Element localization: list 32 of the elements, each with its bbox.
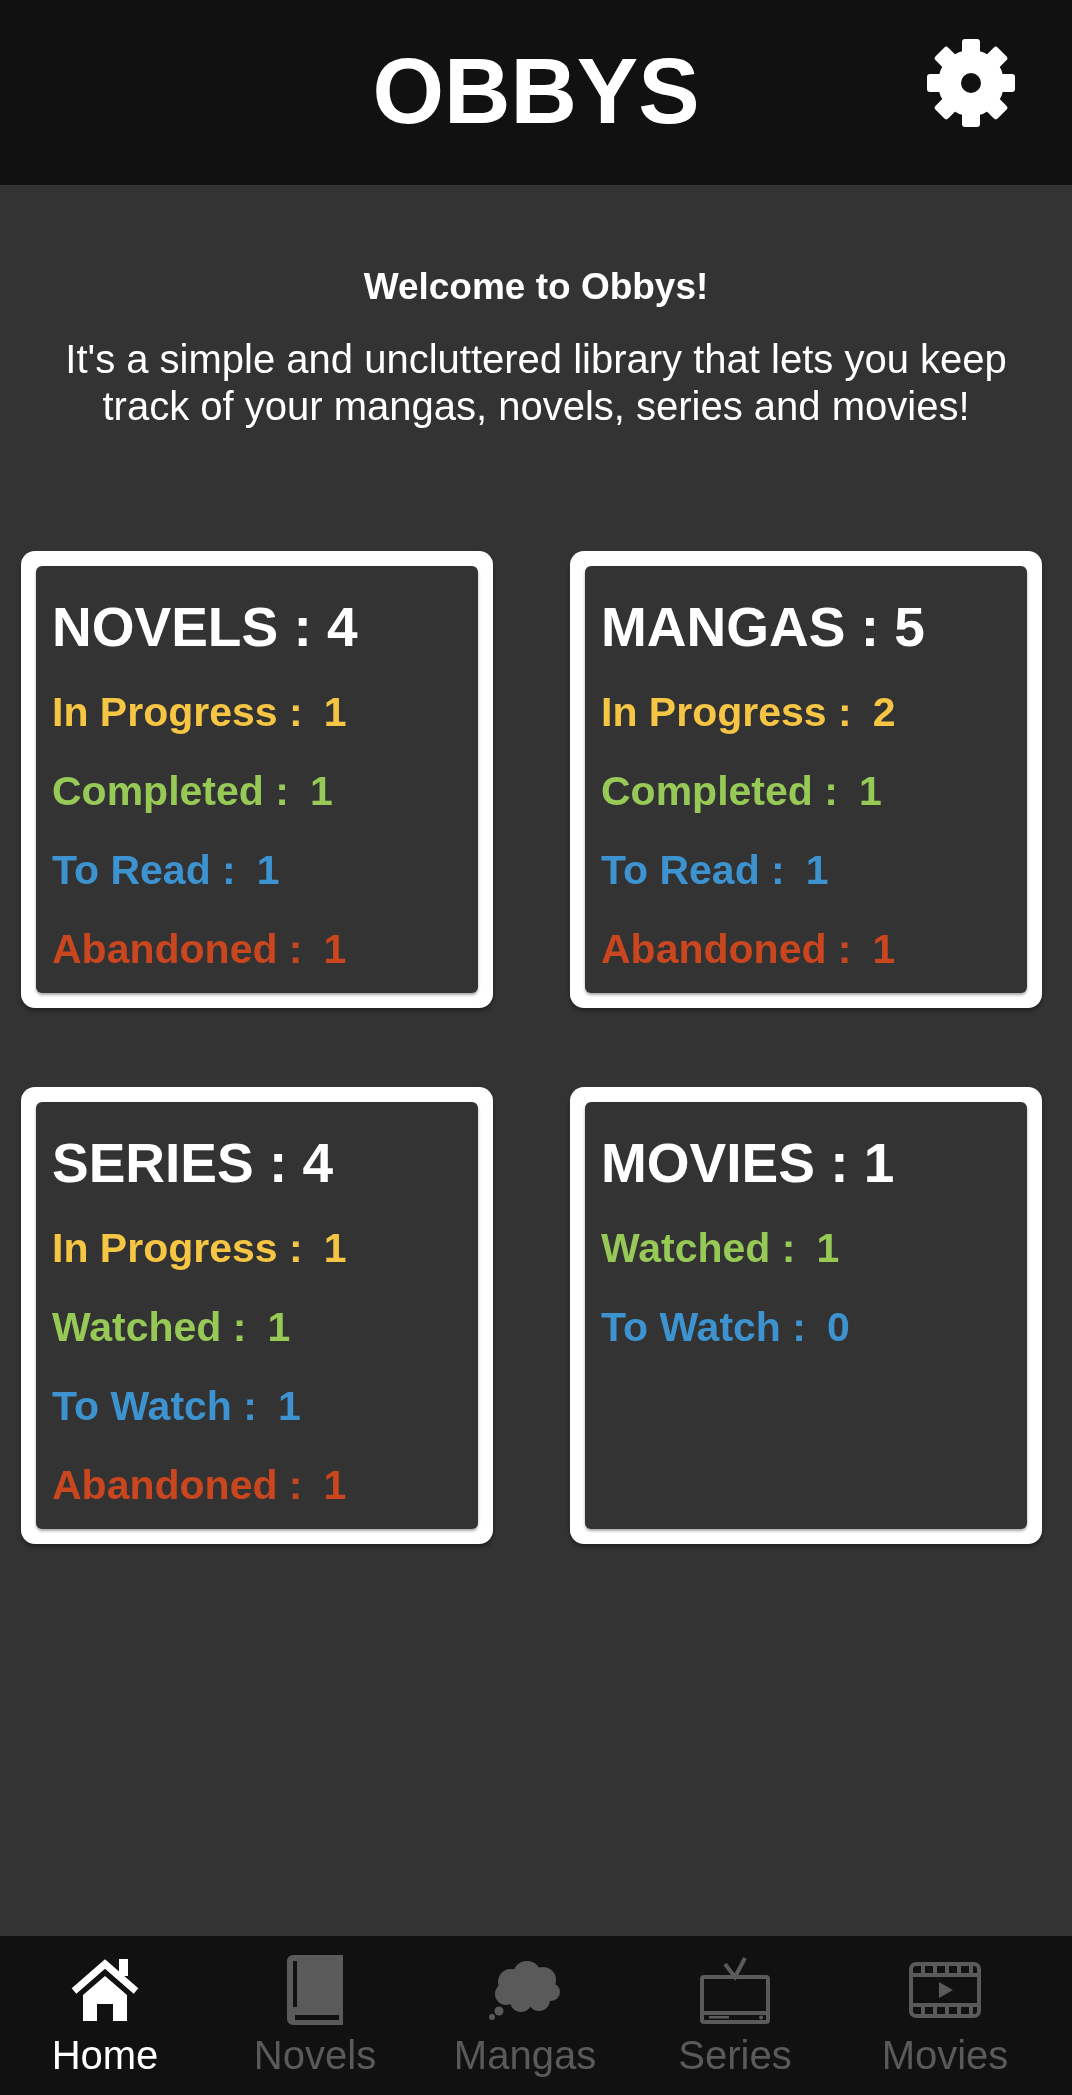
stat-line: In Progress : 2	[601, 688, 896, 737]
stat-line: Abandoned : 1	[52, 1461, 347, 1510]
stat-line: Watched : 1	[52, 1303, 291, 1352]
stat-line: To Watch : 0	[601, 1303, 850, 1352]
thought-cloud-icon	[489, 1960, 561, 2020]
card-title: MANGAS : 5	[601, 597, 925, 657]
stat-line: In Progress : 1	[52, 688, 347, 737]
nav-tab[interactable]: Series	[630, 1936, 840, 2095]
nav-tab[interactable]: Novels	[210, 1936, 420, 2095]
stat-line: In Progress : 1	[52, 1224, 347, 1273]
card-title: NOVELS : 4	[52, 597, 358, 657]
settings-icon[interactable]	[927, 39, 1015, 127]
app-title: OBBYS	[372, 45, 700, 137]
nav-tab[interactable]: Home	[0, 1936, 210, 2095]
stat-line: Completed : 1	[601, 767, 882, 816]
stat-line: To Read : 1	[601, 846, 829, 895]
film-icon	[909, 1962, 981, 2018]
nav-tab[interactable]: Movies	[840, 1936, 1050, 2095]
stat-line: Abandoned : 1	[52, 925, 347, 974]
welcome-text: It's a simple and uncluttered library that lets you keep track of your mangas, novels, series and movies!	[64, 336, 1008, 430]
card-title: SERIES : 4	[52, 1133, 334, 1193]
stat-line: To Watch : 1	[52, 1382, 301, 1431]
tv-icon	[699, 1956, 771, 2024]
stat-line: Abandoned : 1	[601, 925, 896, 974]
card-title: MOVIES : 1	[601, 1133, 895, 1193]
stat-line: Watched : 1	[601, 1224, 840, 1273]
welcome-heading: Welcome to Obbys!	[363, 267, 709, 307]
home-icon	[70, 1957, 140, 2023]
book-icon	[285, 1955, 345, 2025]
stat-line: To Read : 1	[52, 846, 280, 895]
stat-line: Completed : 1	[52, 767, 333, 816]
nav-tab[interactable]: Mangas	[420, 1936, 630, 2095]
